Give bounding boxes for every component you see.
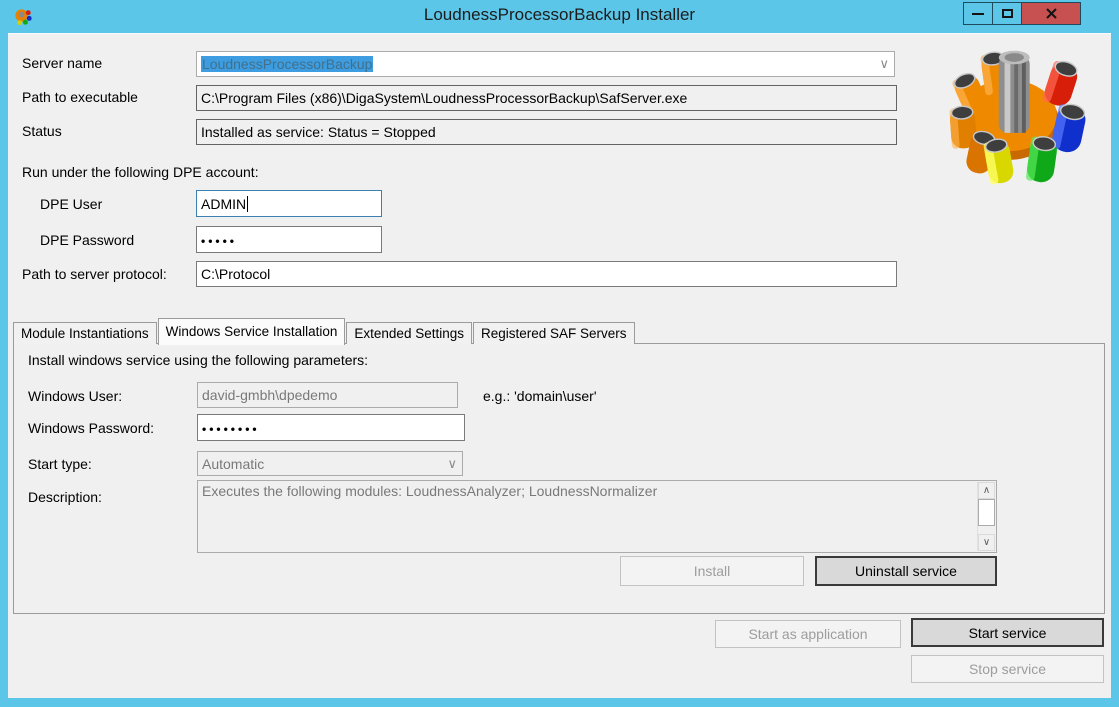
path-executable-value: C:\Program Files (x86)\DigaSystem\Loudne… bbox=[201, 90, 687, 106]
tab-windows-service-installation[interactable]: Windows Service Installation bbox=[158, 318, 346, 345]
install-button: Install bbox=[620, 556, 804, 586]
protocol-path-value: C:\Protocol bbox=[201, 266, 270, 282]
path-executable-label: Path to executable bbox=[22, 89, 138, 105]
dpe-password-label: DPE Password bbox=[40, 232, 134, 248]
scroll-down-icon[interactable]: ∨ bbox=[978, 534, 995, 551]
dpe-password-value: ••••• bbox=[201, 232, 237, 248]
service-install-intro: Install windows service using the follow… bbox=[28, 352, 368, 368]
status-value: Installed as service: Status = Stopped bbox=[201, 124, 436, 140]
windows-password-input[interactable]: •••••••• bbox=[197, 414, 465, 441]
scroll-up-icon[interactable]: ∧ bbox=[978, 482, 995, 499]
server-name-combobox[interactable]: LoudnessProcessorBackup ∨ bbox=[196, 51, 895, 77]
server-name-value: LoudnessProcessorBackup bbox=[201, 56, 373, 72]
windows-user-hint: e.g.: 'domain\user' bbox=[483, 388, 597, 404]
caption-buttons bbox=[964, 2, 1081, 25]
minimize-icon bbox=[972, 13, 984, 15]
dpe-account-heading: Run under the following DPE account: bbox=[22, 164, 259, 180]
status-label: Status bbox=[22, 123, 62, 139]
client-area: Server name LoudnessProcessorBackup ∨ Pa… bbox=[8, 33, 1111, 698]
minimize-button[interactable] bbox=[963, 2, 993, 25]
protocol-path-label: Path to server protocol: bbox=[22, 266, 167, 282]
scrollbar-thumb[interactable] bbox=[978, 499, 995, 526]
path-executable-field: C:\Program Files (x86)\DigaSystem\Loudne… bbox=[196, 85, 897, 111]
protocol-path-input[interactable]: C:\Protocol bbox=[196, 261, 897, 287]
description-scrollbar[interactable]: ∧ ∨ bbox=[977, 482, 995, 551]
dpe-password-input[interactable]: ••••• bbox=[196, 226, 382, 253]
windows-user-label: Windows User: bbox=[28, 388, 122, 404]
window-title: LoudnessProcessorBackup Installer bbox=[0, 5, 1119, 25]
digasystem-logo bbox=[946, 42, 1096, 187]
tab-module-instantiations[interactable]: Module Instantiations bbox=[13, 322, 157, 344]
dpe-user-input[interactable]: ADMIN bbox=[196, 190, 382, 217]
installer-window: LoudnessProcessorBackup Installer Server… bbox=[0, 0, 1119, 707]
description-textarea: Executes the following modules: Loudness… bbox=[197, 480, 997, 553]
dpe-user-label: DPE User bbox=[40, 196, 102, 212]
uninstall-service-button[interactable]: Uninstall service bbox=[815, 556, 997, 586]
dpe-user-value: ADMIN bbox=[201, 196, 246, 212]
close-button[interactable] bbox=[1021, 2, 1081, 25]
windows-user-field: david-gmbh\dpedemo bbox=[197, 382, 458, 408]
start-as-application-button: Start as application bbox=[715, 620, 901, 648]
tab-strip: Module Instantiations Windows Service In… bbox=[13, 317, 636, 344]
maximize-button[interactable] bbox=[992, 2, 1022, 25]
windows-user-value: david-gmbh\dpedemo bbox=[202, 387, 337, 403]
title-bar: LoudnessProcessorBackup Installer bbox=[0, 0, 1119, 33]
text-caret bbox=[247, 196, 248, 212]
status-field: Installed as service: Status = Stopped bbox=[196, 119, 897, 145]
tab-extended-settings[interactable]: Extended Settings bbox=[346, 322, 472, 344]
maximize-icon bbox=[1002, 9, 1013, 18]
chevron-down-icon[interactable]: ∨ bbox=[879, 57, 889, 70]
start-type-value: Automatic bbox=[202, 456, 264, 472]
server-name-label: Server name bbox=[22, 55, 102, 71]
description-value: Executes the following modules: Loudness… bbox=[202, 483, 657, 499]
windows-password-label: Windows Password: bbox=[28, 420, 154, 436]
start-type-label: Start type: bbox=[28, 456, 92, 472]
close-icon bbox=[1045, 7, 1058, 20]
stop-service-button: Stop service bbox=[911, 655, 1104, 683]
description-label: Description: bbox=[28, 489, 102, 505]
windows-password-value: •••••••• bbox=[202, 420, 260, 436]
chevron-down-icon: ∨ bbox=[447, 456, 457, 469]
tab-registered-saf-servers[interactable]: Registered SAF Servers bbox=[473, 322, 635, 344]
start-service-button[interactable]: Start service bbox=[911, 618, 1104, 647]
start-type-combobox: Automatic ∨ bbox=[197, 451, 463, 476]
